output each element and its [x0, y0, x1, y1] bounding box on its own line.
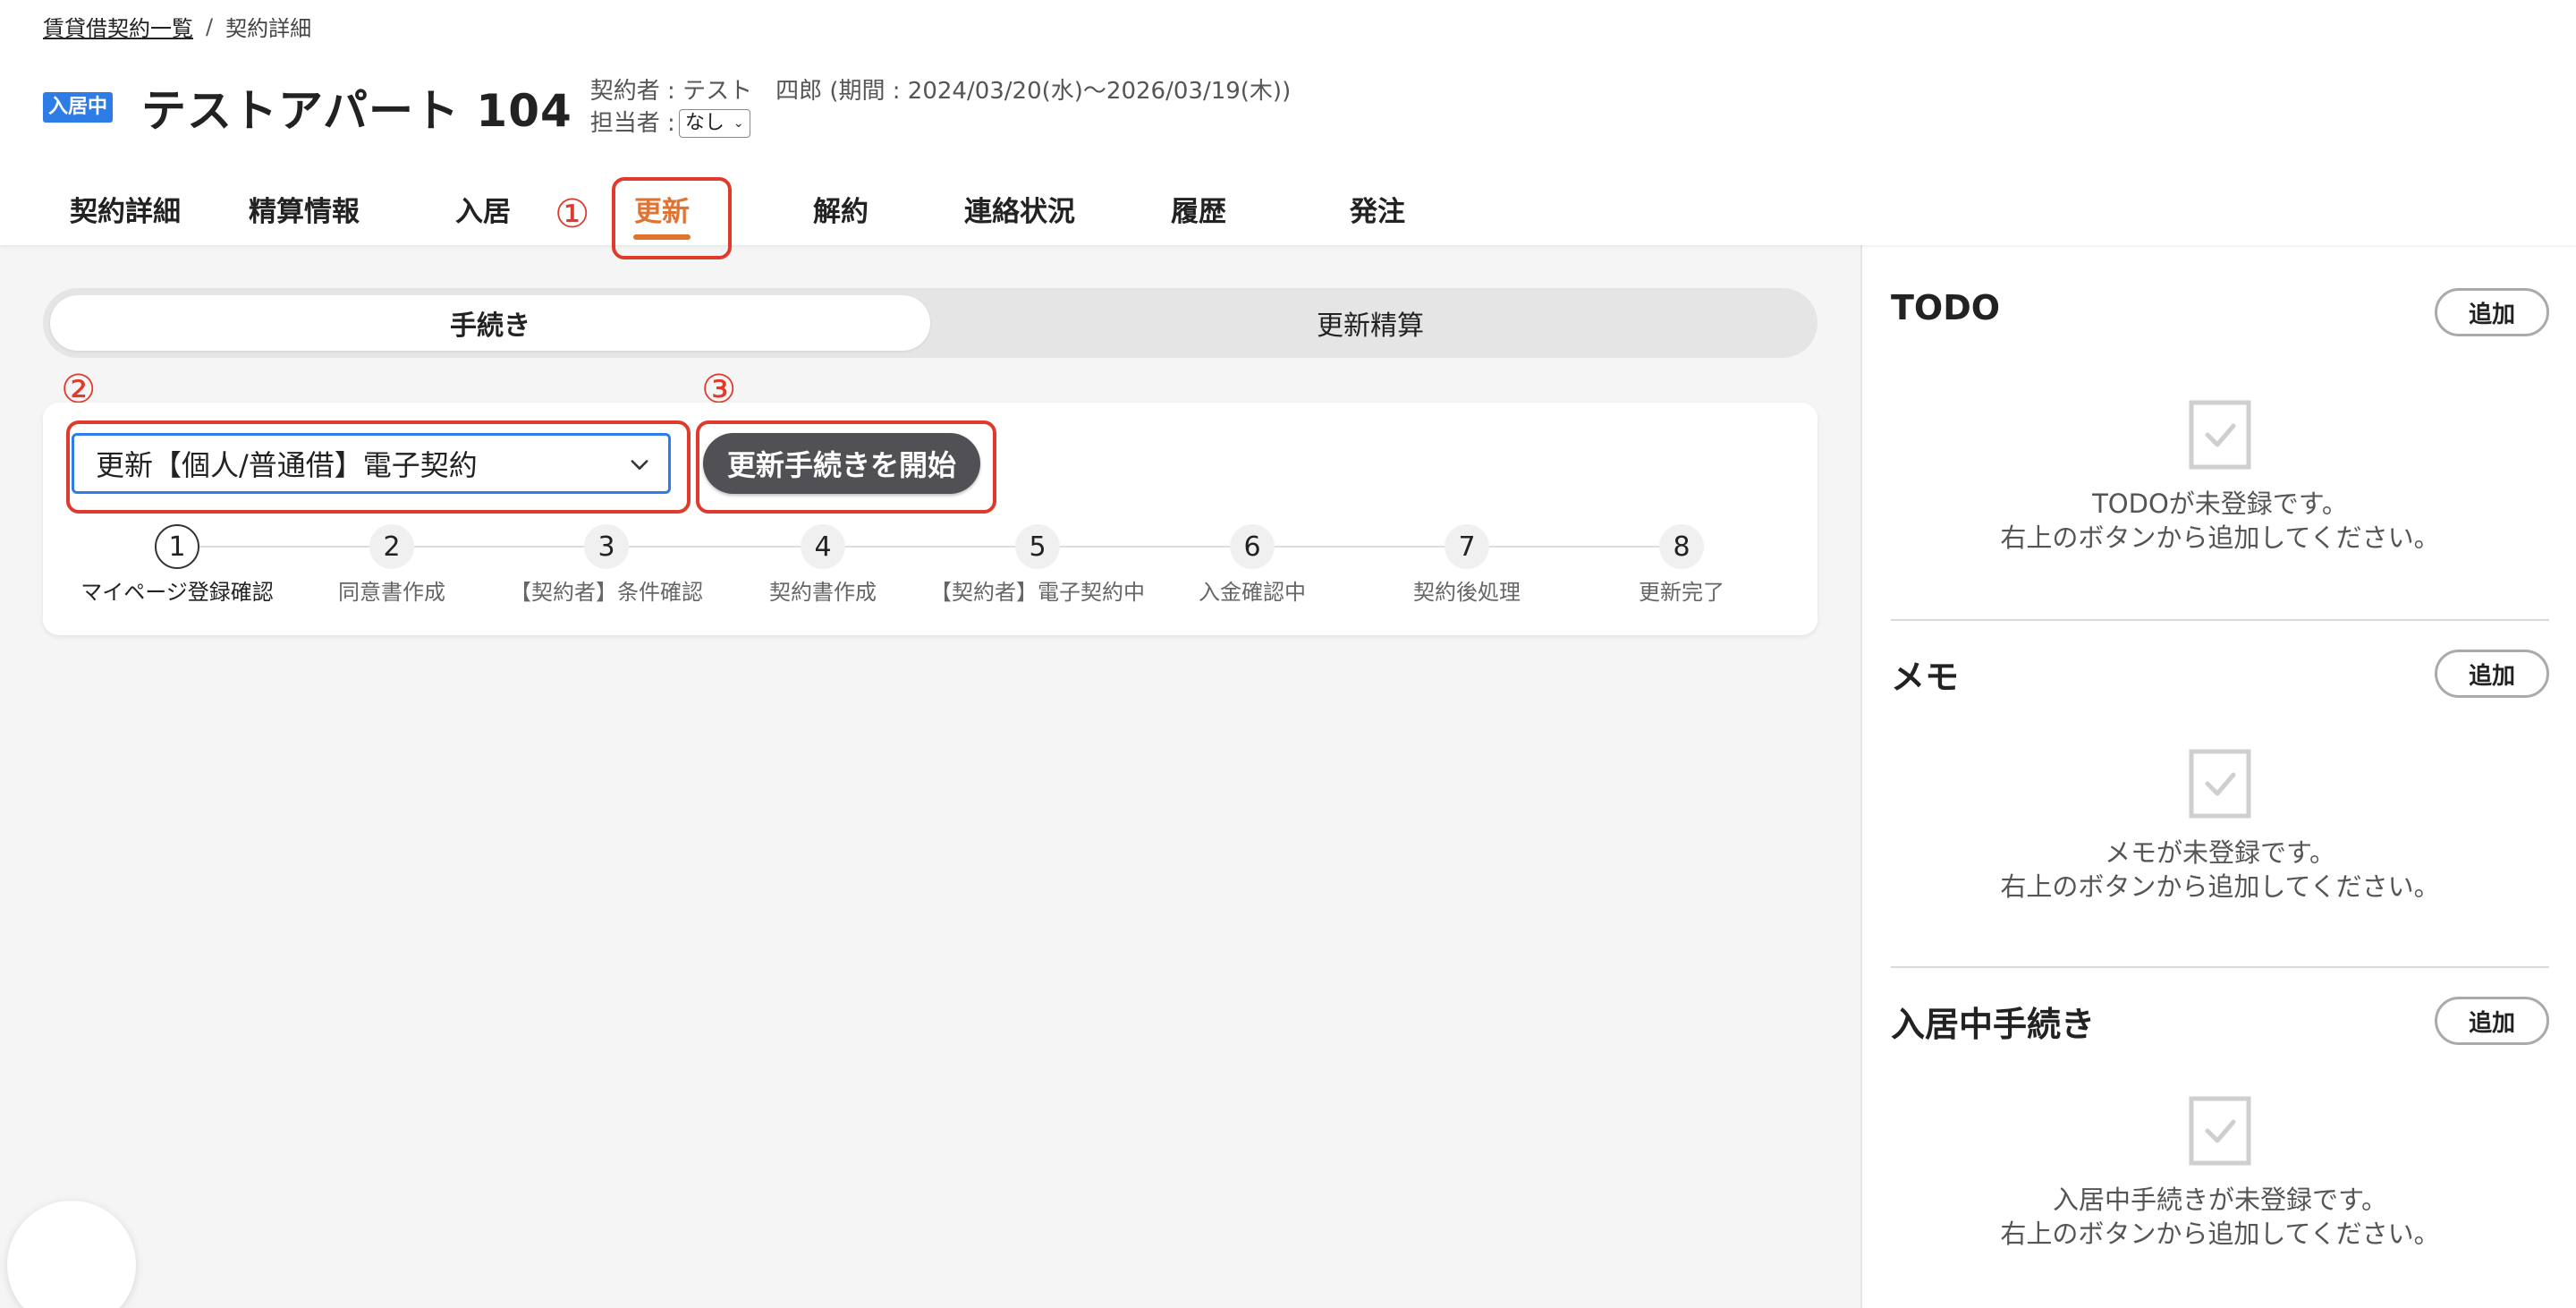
step-number: 4	[801, 524, 845, 569]
progress-stepper: 1 マイページ登録確認 2 同意書作成 3 【契約者】条件確認 4 契約書作成 …	[43, 524, 1818, 614]
tab-move-in[interactable]: 入居	[394, 175, 572, 242]
memo-empty-state: メモが未登録です。 右上のボタンから追加してください。	[1891, 748, 2549, 904]
step-label: 更新完了	[1639, 580, 1724, 605]
memo-empty-line2: 右上のボタンから追加してください。	[2000, 871, 2440, 902]
annotation-number-1: ①	[555, 191, 590, 237]
contract-meta: 契約者 : テスト 四郎 (期間 : 2024/03/20(水)〜2026/03…	[590, 75, 1291, 140]
occupancy-empty-line1: 入居中手続きが未登録です。	[2052, 1185, 2388, 1215]
occupancy-empty-state: 入居中手続きが未登録です。 右上のボタンから追加してください。	[1891, 1095, 2549, 1251]
step-7: 7 契約後処理	[1360, 524, 1574, 606]
contractor-info: 契約者 : テスト 四郎 (期間 : 2024/03/20(水)〜2026/03…	[589, 78, 1292, 105]
step-label: マイページ登録確認	[80, 580, 274, 605]
sidebar-divider	[1891, 619, 2549, 621]
breadcrumb-current: 契約詳細	[225, 16, 312, 41]
memo-section: メモ 追加 メモが未登録です。 右上のボタンから追加してください。	[1891, 650, 2549, 945]
page-title: テストアパート 104	[141, 85, 572, 137]
tab-cancellation[interactable]: 解約	[751, 175, 930, 242]
step-label: 【契約者】条件確認	[510, 580, 703, 605]
step-8: 8 更新完了	[1574, 524, 1789, 606]
step-number: 6	[1230, 524, 1275, 569]
step-number: 1	[155, 524, 199, 569]
todo-section: TODO 追加 TODOが未登録です。 右上のボタンから追加してください。	[1891, 288, 2549, 583]
step-number: 7	[1445, 524, 1489, 569]
assignee-select[interactable]: なし ⌄	[678, 109, 750, 138]
assignee-value: なし	[684, 112, 724, 134]
add-occupancy-procedure-button[interactable]: 追加	[2435, 997, 2549, 1045]
header: 賃貸借契約一覧 / 契約詳細 入居中 テストアパート 104 契約者 : テスト…	[0, 0, 2576, 245]
title-row: 入居中 テストアパート 104 契約者 : テスト 四郎 (期間 : 2024/…	[43, 75, 1291, 140]
todo-empty-state: TODOが未登録です。 右上のボタンから追加してください。	[1891, 399, 2549, 555]
checkbox-icon	[2189, 400, 2251, 470]
memo-empty-line1: メモが未登録です。	[2104, 837, 2336, 868]
step-2: 2 同意書作成	[284, 524, 499, 606]
step-number: 3	[584, 524, 629, 569]
sidebar-divider	[1891, 966, 2549, 968]
subtab-renewal-settlement[interactable]: 更新精算	[930, 295, 1810, 351]
breadcrumb-separator: /	[206, 13, 214, 39]
todo-empty-line1: TODOが未登録です。	[2092, 488, 2348, 519]
step-1: 1 マイページ登録確認	[70, 524, 284, 606]
tab-settlement[interactable]: 精算情報	[215, 175, 394, 242]
chevron-down-icon: ⌄	[733, 116, 744, 131]
step-label: 同意書作成	[338, 580, 445, 605]
step-number: 5	[1015, 524, 1060, 569]
tab-contact-status[interactable]: 連絡状況	[930, 175, 1109, 242]
step-label: 【契約者】電子契約中	[930, 580, 1145, 605]
todo-empty-line2: 右上のボタンから追加してください。	[2000, 522, 2440, 553]
add-memo-button[interactable]: 追加	[2435, 650, 2549, 698]
status-badge: 入居中	[43, 92, 114, 123]
checkbox-icon	[2189, 1096, 2251, 1166]
checkbox-icon	[2189, 749, 2251, 819]
breadcrumb-contract-list-link[interactable]: 賃貸借契約一覧	[43, 11, 193, 42]
occupancy-procedure-section: 入居中手続き 追加 入居中手続きが未登録です。 右上のボタンから追加してください…	[1891, 997, 2549, 1301]
subtab-procedure[interactable]: 手続き	[50, 295, 930, 351]
add-todo-button[interactable]: 追加	[2435, 288, 2549, 336]
todo-empty-message: TODOが未登録です。 右上のボタンから追加してください。	[1891, 487, 2549, 555]
step-6: 6 入金確認中	[1145, 524, 1360, 606]
annotation-box-start-button	[696, 420, 996, 514]
memo-empty-message: メモが未登録です。 右上のボタンから追加してください。	[1891, 836, 2549, 904]
step-number: 8	[1659, 524, 1704, 569]
occupancy-empty-message: 入居中手続きが未登録です。 右上のボタンから追加してください。	[1891, 1183, 2549, 1251]
step-4: 4 契約書作成	[716, 524, 930, 606]
breadcrumb: 賃貸借契約一覧 / 契約詳細	[43, 11, 311, 42]
step-label: 契約書作成	[769, 580, 877, 605]
step-number: 2	[369, 524, 414, 569]
tab-order[interactable]: 発注	[1288, 175, 1467, 242]
occupancy-empty-line2: 右上のボタンから追加してください。	[2000, 1219, 2440, 1249]
step-label: 入金確認中	[1199, 580, 1306, 605]
tab-contract-detail[interactable]: 契約詳細	[36, 175, 215, 242]
step-3: 3 【契約者】条件確認	[499, 524, 714, 606]
step-5: 5 【契約者】電子契約中	[930, 524, 1145, 606]
subtab-toggle: 手続き 更新精算	[43, 288, 1818, 358]
tab-history[interactable]: 履歴	[1109, 175, 1288, 242]
step-label: 契約後処理	[1413, 580, 1521, 605]
tab-bar: 契約詳細 精算情報 入居 更新 解約 連絡状況 履歴 発注	[36, 175, 1467, 242]
annotation-box-renewal-tab	[612, 177, 732, 259]
assignee-row: 担当者 : なし ⌄	[590, 107, 1291, 140]
annotation-box-procedure-select	[66, 420, 691, 514]
assignee-label: 担当者 :	[589, 110, 675, 137]
